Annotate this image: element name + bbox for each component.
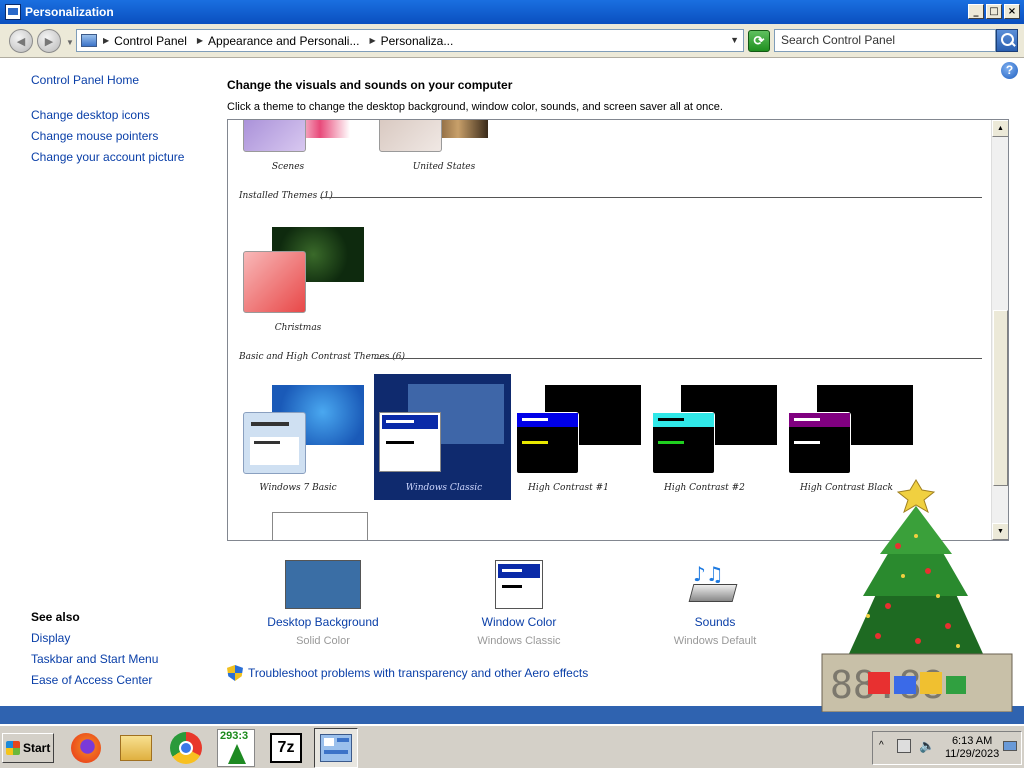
personalization-icon: [5, 4, 21, 20]
window-color-setting[interactable]: Window Color Windows Classic: [434, 560, 604, 647]
taskbar-start-menu-link[interactable]: Taskbar and Start Menu: [31, 652, 158, 666]
show-desktop-icon[interactable]: [1003, 741, 1017, 751]
refresh-button[interactable]: ⟳: [748, 30, 770, 52]
personalization-taskbar-button[interactable]: [314, 728, 358, 768]
desktop-background-preview[interactable]: [285, 560, 361, 609]
recent-pages-dropdown[interactable]: ▼: [66, 38, 74, 47]
taskbar: Start 293:3 7z ^ 🔈 6:13 AM 11/29/2023: [0, 724, 1024, 768]
volume-icon[interactable]: 🔈: [919, 738, 935, 754]
address-field[interactable]: ▶ Control Panel ▶ Appearance and Personali…: [76, 29, 744, 52]
chrome-icon[interactable]: [164, 728, 208, 768]
troubleshoot-link[interactable]: Troubleshoot problems with transparency …: [227, 665, 588, 681]
windows-logo-icon: [6, 741, 20, 755]
file-explorer-icon[interactable]: [114, 728, 158, 768]
window-title: Personalization: [25, 5, 114, 19]
7zip-icon[interactable]: 7z: [264, 728, 308, 768]
desktop-background-setting[interactable]: Desktop Background Solid Color: [238, 560, 408, 647]
christmas-tree-counter-icon[interactable]: 293:3: [214, 728, 258, 768]
section-divider: [320, 197, 982, 198]
breadcrumb-personalization[interactable]: ▶ Personaliza...: [369, 34, 453, 48]
sounds-setting[interactable]: ♪♫ Sounds Windows Default: [630, 560, 800, 647]
sounds-value: Windows Default: [673, 635, 757, 647]
network-icon[interactable]: [897, 739, 911, 753]
search-icon[interactable]: [996, 29, 1018, 52]
theme-partial-next[interactable]: [272, 512, 368, 540]
breadcrumb-appearance[interactable]: ▶ Appearance and Personali...: [197, 34, 360, 48]
show-hidden-icons-icon[interactable]: ^: [879, 740, 884, 751]
start-button[interactable]: Start: [2, 733, 54, 763]
christmas-tree-gadget[interactable]: 88:88: [808, 476, 1024, 712]
change-account-picture-link[interactable]: Change your account picture: [31, 150, 184, 164]
sounds-icon[interactable]: ♪♫: [687, 560, 743, 609]
address-dropdown-icon[interactable]: ▼: [730, 35, 739, 45]
theme-windows-classic[interactable]: Windows Classic: [374, 374, 511, 500]
window-color-link[interactable]: Window Color: [434, 615, 604, 629]
address-bar: ◀ ▶ ▼ ▶ Control Panel ▶ Appearance and Per…: [0, 24, 1024, 58]
title-bar: Personalization _ □ ×: [0, 0, 1024, 24]
system-tray: ^ 🔈 6:13 AM 11/29/2023: [872, 731, 1022, 765]
scroll-up-icon[interactable]: ▲: [992, 120, 1008, 137]
control-panel-icon: [81, 34, 97, 47]
firefox-icon[interactable]: [64, 728, 108, 768]
section-divider: [374, 358, 982, 359]
maximize-button[interactable]: □: [986, 4, 1002, 19]
minimize-button[interactable]: _: [968, 4, 984, 19]
desktop-background-value: Solid Color: [296, 635, 350, 647]
sounds-link[interactable]: Sounds: [630, 615, 800, 629]
control-panel-home-link[interactable]: Control Panel Home: [31, 73, 139, 87]
change-desktop-icons-link[interactable]: Change desktop icons: [31, 108, 150, 122]
page-description: Click a theme to change the desktop back…: [227, 101, 723, 113]
display-link[interactable]: Display: [31, 631, 70, 645]
search-input[interactable]: Search Control Panel: [774, 29, 996, 52]
basic-themes-header: Basic and High Contrast Themes (6): [239, 352, 406, 362]
close-button[interactable]: ×: [1004, 4, 1020, 19]
window-controls: _ □ ×: [968, 4, 1020, 19]
window-color-value: Windows Classic: [477, 635, 561, 647]
help-icon[interactable]: ?: [1001, 62, 1018, 79]
breadcrumb-control-panel[interactable]: ▶ Control Panel: [103, 34, 187, 48]
window-color-icon[interactable]: [495, 560, 543, 609]
see-also-heading: See also: [31, 610, 80, 624]
page-title: Change the visuals and sounds on your co…: [227, 78, 513, 92]
back-button[interactable]: ◀: [9, 29, 33, 53]
forward-button[interactable]: ▶: [37, 29, 61, 53]
ease-of-access-link[interactable]: Ease of Access Center: [31, 673, 152, 687]
clock[interactable]: 6:13 AM 11/29/2023: [945, 735, 999, 761]
installed-themes-header: Installed Themes (1): [239, 191, 333, 201]
desktop-background-link[interactable]: Desktop Background: [238, 615, 408, 629]
change-mouse-pointers-link[interactable]: Change mouse pointers: [31, 129, 158, 143]
scroll-thumb[interactable]: [993, 310, 1008, 486]
shield-icon: [227, 665, 243, 681]
